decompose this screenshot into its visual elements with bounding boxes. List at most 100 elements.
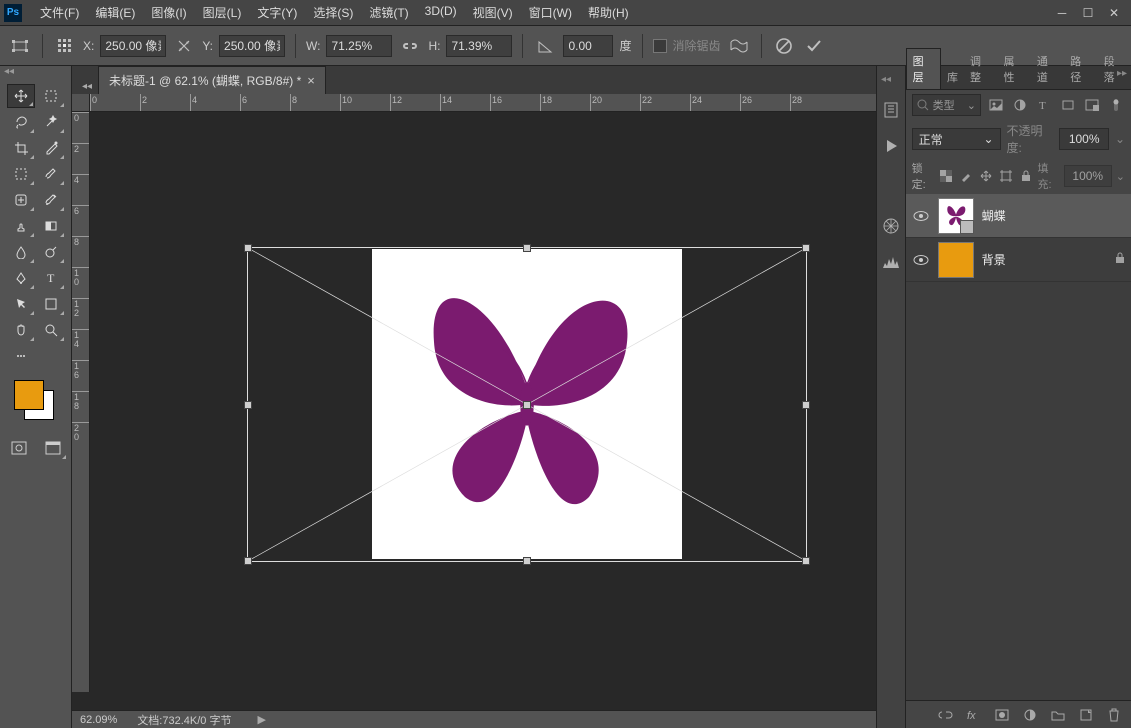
zoom-level[interactable]: 62.09%: [80, 714, 117, 726]
canvas[interactable]: 0246810121416182022242628 02468101214161…: [72, 94, 876, 710]
marquee-tool[interactable]: [37, 84, 65, 108]
healing-tool[interactable]: [7, 188, 35, 212]
eyedropper-tool[interactable]: [37, 136, 65, 160]
document-tab[interactable]: 未标题-1 @ 62.1% (蝴蝶, RGB/8#) * ×: [98, 66, 326, 94]
maximize-button[interactable]: ☐: [1075, 3, 1101, 23]
filter-adjust-icon[interactable]: [1011, 96, 1029, 114]
handle-tl[interactable]: [244, 244, 252, 252]
warp-mode-icon[interactable]: [727, 34, 751, 58]
handle-tc[interactable]: [523, 244, 531, 252]
swap-xy-icon[interactable]: [172, 34, 196, 58]
handle-br[interactable]: [802, 557, 810, 565]
zoom-tool[interactable]: [37, 318, 65, 342]
histogram-panel-icon[interactable]: [880, 251, 902, 273]
dodge-tool[interactable]: [37, 240, 65, 264]
menu-item[interactable]: 文字(Y): [249, 1, 305, 24]
transform-bounding-box[interactable]: [247, 247, 807, 562]
opacity-input[interactable]: 100%: [1059, 128, 1109, 150]
visibility-toggle[interactable]: [912, 251, 930, 269]
lock-all-icon[interactable]: [1018, 167, 1034, 185]
shape-tool[interactable]: [37, 292, 65, 316]
color-swatches[interactable]: [14, 380, 58, 424]
panel-tab[interactable]: 图层: [906, 48, 941, 89]
ruler-vertical[interactable]: 02468101214161820: [72, 112, 90, 692]
filter-shape-icon[interactable]: [1059, 96, 1077, 114]
menu-item[interactable]: 3D(D): [417, 1, 465, 24]
w-input[interactable]: [326, 35, 392, 57]
actions-panel-icon[interactable]: [880, 135, 902, 157]
panel-tab[interactable]: 调整: [964, 49, 997, 89]
filter-smart-icon[interactable]: [1083, 96, 1101, 114]
magic-wand-tool[interactable]: [37, 110, 65, 134]
layer-row[interactable]: 背景: [906, 238, 1131, 282]
minimize-button[interactable]: ─: [1049, 3, 1075, 23]
lasso-tool[interactable]: [7, 110, 35, 134]
edit-toolbar[interactable]: [7, 344, 35, 368]
menu-item[interactable]: 帮助(H): [580, 1, 637, 24]
link-wh-icon[interactable]: [398, 34, 422, 58]
layer-row[interactable]: 蝴蝶: [906, 194, 1131, 238]
lock-brush-icon[interactable]: [958, 167, 974, 185]
handle-ml[interactable]: [244, 401, 252, 409]
menu-item[interactable]: 窗口(W): [521, 1, 580, 24]
menu-item[interactable]: 图层(L): [195, 1, 250, 24]
frame-tool[interactable]: [7, 162, 35, 186]
handle-bc[interactable]: [523, 557, 531, 565]
handle-tr[interactable]: [802, 244, 810, 252]
lock-pixels-icon[interactable]: [938, 167, 954, 185]
ruler-horizontal[interactable]: 0246810121416182022242628: [90, 94, 876, 112]
menu-item[interactable]: 文件(F): [32, 1, 87, 24]
filter-type-icon[interactable]: T: [1035, 96, 1053, 114]
panel-tab[interactable]: 属性: [997, 49, 1030, 89]
layer-filter-kind[interactable]: 类型 ⌄: [912, 94, 981, 116]
quickmask-button[interactable]: [5, 436, 33, 460]
free-transform-tool-icon[interactable]: [8, 34, 32, 58]
crop-tool[interactable]: [7, 136, 35, 160]
handle-bl[interactable]: [244, 557, 252, 565]
new-layer-icon[interactable]: [1077, 706, 1095, 724]
brush-tool[interactable]: [37, 162, 65, 186]
path-select-tool[interactable]: [7, 292, 35, 316]
fg-color-swatch[interactable]: [14, 380, 44, 410]
new-group-icon[interactable]: [1049, 706, 1067, 724]
ruler-origin[interactable]: [72, 94, 90, 112]
layer-thumbnail[interactable]: [938, 242, 974, 278]
navigator-panel-icon[interactable]: [880, 215, 902, 237]
doc-info[interactable]: 文档:732.4K/0 字节: [137, 712, 231, 728]
statusbar-more-icon[interactable]: ▶: [257, 713, 265, 726]
lock-artboard-icon[interactable]: [998, 167, 1014, 185]
close-tab-icon[interactable]: ×: [307, 73, 315, 88]
menu-item[interactable]: 滤镜(T): [361, 1, 416, 24]
blur-tool[interactable]: [7, 240, 35, 264]
menu-item[interactable]: 视图(V): [465, 1, 521, 24]
gradient-tool[interactable]: [37, 214, 65, 238]
handle-mr[interactable]: [802, 401, 810, 409]
layer-style-icon[interactable]: fx: [965, 706, 983, 724]
reference-point-icon[interactable]: [53, 34, 77, 58]
panel-tab[interactable]: 通道: [1031, 49, 1064, 89]
y-input[interactable]: [219, 35, 285, 57]
visibility-toggle[interactable]: [912, 207, 930, 225]
blend-mode-select[interactable]: 正常⌄: [912, 128, 1001, 150]
menu-item[interactable]: 编辑(E): [87, 1, 143, 24]
x-input[interactable]: [100, 35, 166, 57]
fill-input[interactable]: 100%: [1064, 165, 1112, 187]
menu-item[interactable]: 选择(S): [305, 1, 361, 24]
layer-thumbnail[interactable]: [938, 198, 974, 234]
delete-layer-icon[interactable]: [1105, 706, 1123, 724]
move-tool[interactable]: [7, 84, 35, 108]
commit-transform-icon[interactable]: [802, 34, 826, 58]
add-mask-icon[interactable]: [993, 706, 1011, 724]
h-input[interactable]: [446, 35, 512, 57]
angle-input[interactable]: [563, 35, 613, 57]
history-brush-tool[interactable]: [37, 188, 65, 212]
collapse-panel-icon[interactable]: ▸▸: [1117, 68, 1127, 79]
type-tool[interactable]: T: [37, 266, 65, 290]
history-panel-icon[interactable]: [880, 99, 902, 121]
filter-pixel-icon[interactable]: [987, 96, 1005, 114]
handle-center[interactable]: [523, 401, 531, 409]
menu-item[interactable]: 图像(I): [143, 1, 194, 24]
link-layers-icon[interactable]: [937, 706, 955, 724]
pen-tool[interactable]: [7, 266, 35, 290]
close-button[interactable]: ✕: [1101, 3, 1127, 23]
